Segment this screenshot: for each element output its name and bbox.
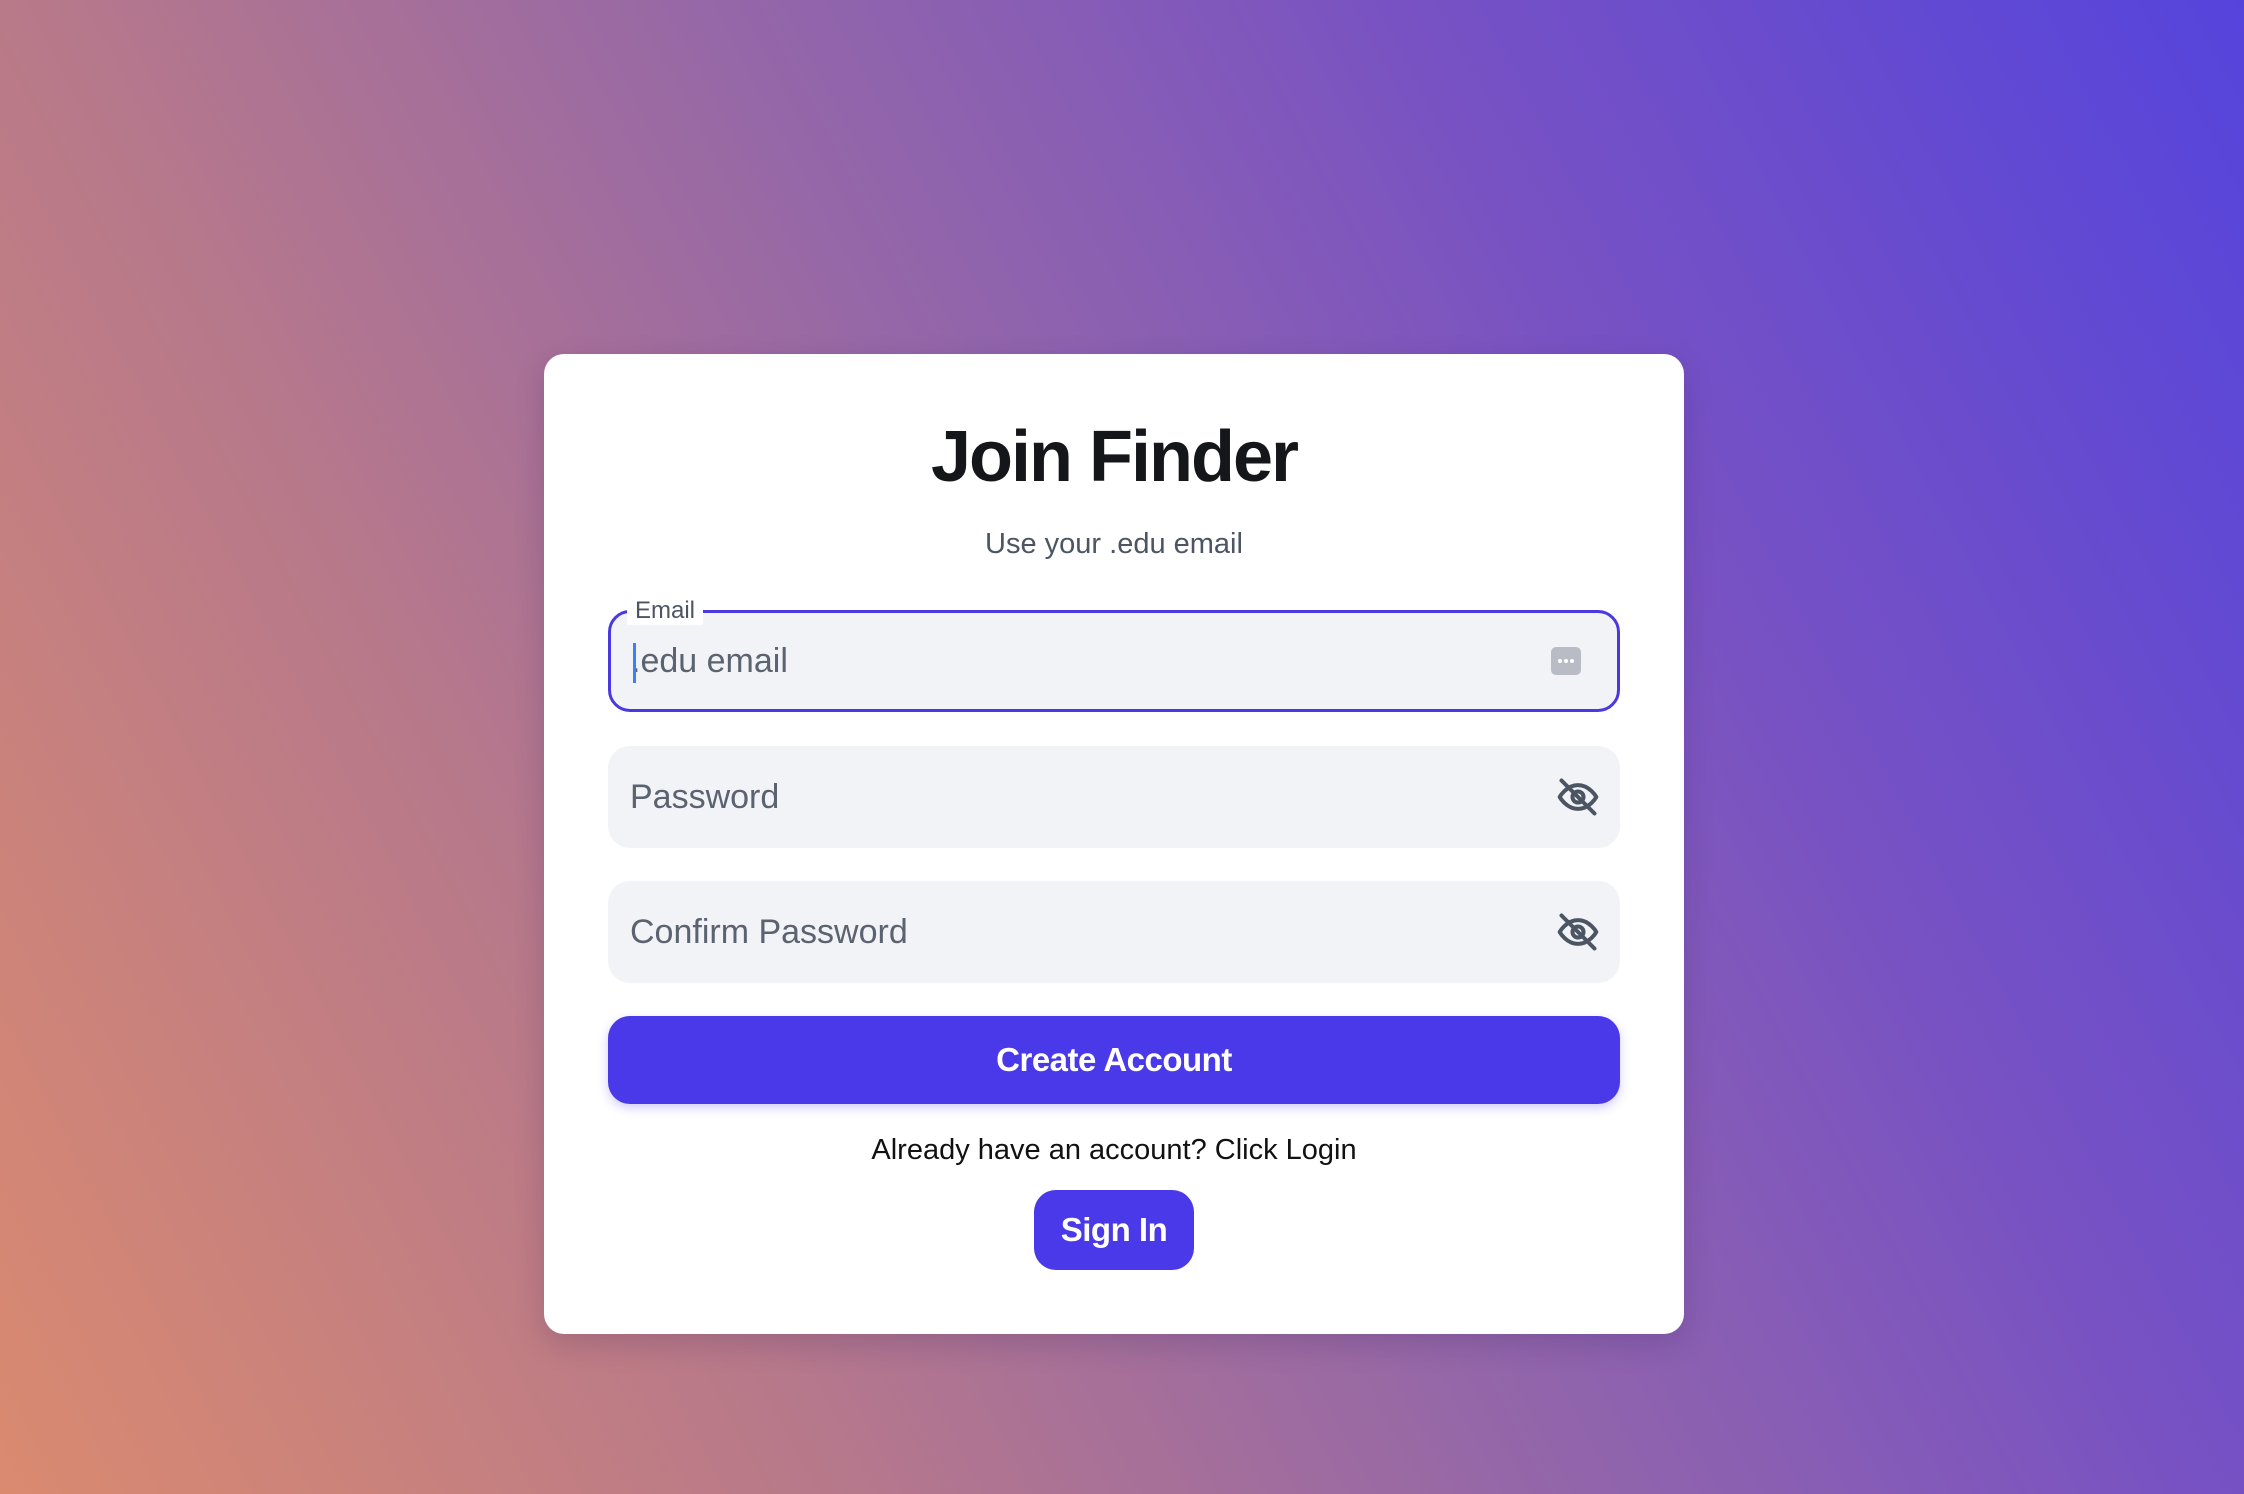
eye-slash-icon[interactable] xyxy=(1554,910,1602,954)
text-caret xyxy=(633,643,636,683)
login-prompt-text: Already have an account? Click Login xyxy=(871,1134,1357,1166)
sign-in-button[interactable]: Sign In xyxy=(1034,1190,1194,1270)
create-account-button[interactable]: Create Account xyxy=(608,1016,1620,1104)
signup-card: Join Finder Use your .edu email Email Cr… xyxy=(544,354,1684,1334)
eye-slash-icon[interactable] xyxy=(1554,775,1602,819)
page-title: Join Finder xyxy=(930,417,1299,497)
password-manager-key-icon[interactable] xyxy=(1551,647,1581,675)
password-field[interactable] xyxy=(608,746,1620,848)
page-subtitle: Use your .edu email xyxy=(985,528,1243,560)
email-input[interactable] xyxy=(631,613,1511,709)
confirm-password-field[interactable] xyxy=(608,881,1620,983)
email-field[interactable]: Email xyxy=(608,597,1620,712)
password-input[interactable] xyxy=(630,746,1510,848)
confirm-password-input[interactable] xyxy=(630,881,1510,983)
